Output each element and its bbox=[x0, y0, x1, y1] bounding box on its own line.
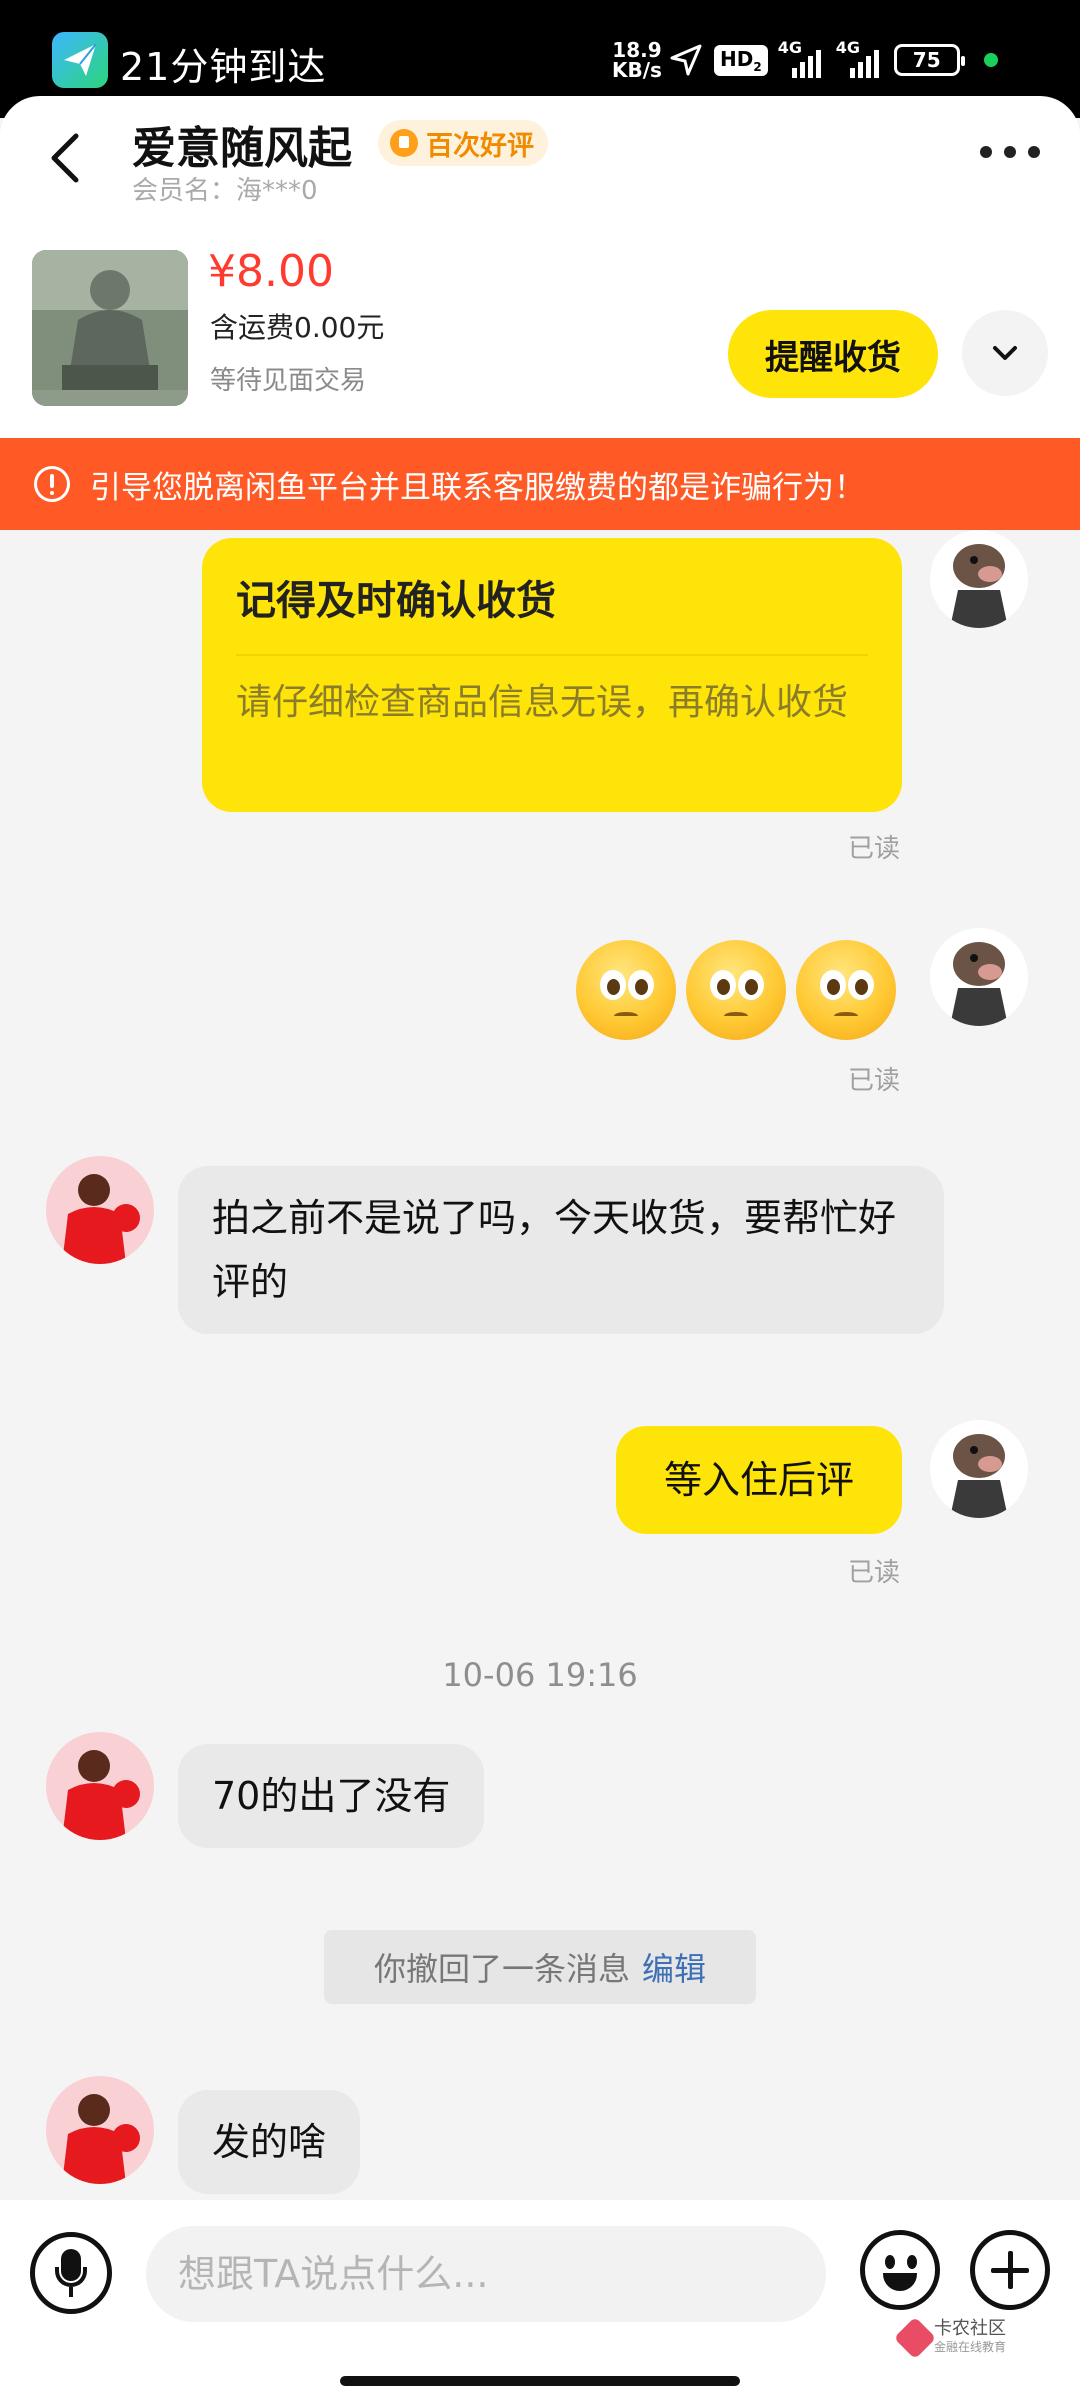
add-attachment-button[interactable] bbox=[970, 2230, 1050, 2310]
divider bbox=[236, 654, 868, 656]
red-figure-avatar-icon bbox=[62, 1174, 140, 1264]
contact-avatar[interactable] bbox=[46, 1156, 154, 1264]
contact-avatar[interactable] bbox=[46, 1732, 154, 1840]
net-speed-unit: KB/s bbox=[612, 58, 662, 82]
home-indicator[interactable] bbox=[340, 2376, 740, 2386]
expand-order-button[interactable] bbox=[962, 310, 1048, 396]
back-button[interactable] bbox=[36, 126, 100, 190]
message-bubble[interactable]: 拍之前不是说了吗，今天收货，要帮忙好评的 bbox=[178, 1166, 944, 1334]
more-dot-icon bbox=[1028, 146, 1040, 158]
watermark-name: 卡农社区 bbox=[934, 2318, 1006, 2339]
dot-indicator bbox=[983, 53, 998, 67]
smiley-icon bbox=[885, 2255, 895, 2269]
my-avatar[interactable] bbox=[930, 530, 1028, 628]
status-app-title: 21分钟到达 bbox=[120, 45, 327, 89]
thumb-badge-icon bbox=[390, 129, 418, 157]
pleading-face-emoji[interactable] bbox=[686, 940, 786, 1040]
read-receipt: 已读 bbox=[848, 834, 901, 864]
recall-text: 你撤回了一条消息 bbox=[373, 1950, 630, 1988]
watermark-sub: 金融在线教育 bbox=[934, 2340, 1007, 2354]
fraud-warning-banner: 引导您脱离闲鱼平台并且联系客服缴费的都是诈骗行为！ bbox=[0, 438, 1080, 530]
read-receipt: 已读 bbox=[848, 1066, 901, 1096]
send-icon bbox=[52, 32, 108, 88]
hd-badge: HD2 bbox=[714, 44, 768, 76]
message-input[interactable] bbox=[146, 2226, 826, 2322]
confirm-receipt-card[interactable]: 记得及时确认收货 请仔细检查商品信息无误，再确认收货 bbox=[202, 538, 902, 812]
pleading-face-emoji[interactable] bbox=[576, 940, 676, 1040]
watermark: 卡农社区 金融在线教育 bbox=[893, 2316, 1007, 2360]
remind-receipt-button[interactable]: 提醒收货 bbox=[728, 310, 938, 398]
net-speed-value: 18.9 bbox=[612, 38, 662, 62]
shipping-fee: 含运费0.00元 bbox=[210, 311, 385, 344]
rat-avatar-icon bbox=[950, 1434, 1008, 1518]
more-dot-icon bbox=[980, 146, 992, 158]
rat-avatar-icon bbox=[950, 544, 1008, 628]
chevron-left-icon bbox=[51, 133, 79, 183]
message-bubble[interactable]: 发的啥 bbox=[178, 2090, 361, 2194]
product-price: ¥8.00 bbox=[208, 246, 334, 297]
status-icons: HD2 4G 4G 75 bbox=[668, 38, 998, 80]
contact-avatar[interactable] bbox=[46, 2076, 154, 2184]
recall-notice: 你撤回了一条消息 编辑 bbox=[324, 1930, 756, 2004]
chevron-down-icon bbox=[993, 346, 1017, 360]
signal-icon: 4G bbox=[778, 38, 826, 78]
rat-avatar-icon bbox=[950, 942, 1008, 1026]
red-figure-avatar-icon bbox=[62, 1750, 140, 1840]
chat-header: 爱意随风起 百次好评 会员名：海***0 ¥8.00 含运费0.00元 等待见面… bbox=[0, 96, 1080, 438]
message-bubble[interactable]: 等入住后评 bbox=[616, 1426, 902, 1534]
warning-icon bbox=[34, 466, 70, 502]
warning-text: 引导您脱离闲鱼平台并且联系客服缴费的都是诈骗行为！ bbox=[90, 469, 865, 506]
net-speed: 18.9 KB/s bbox=[612, 40, 662, 80]
recall-edit-link[interactable]: 编辑 bbox=[642, 1944, 706, 1990]
confirm-card-body: 请仔细检查商品信息无误，再确认收货 bbox=[236, 682, 849, 723]
emoji-button[interactable] bbox=[860, 2230, 940, 2310]
red-figure-avatar-icon bbox=[62, 2094, 140, 2184]
member-name: 会员名：海***0 bbox=[132, 176, 318, 206]
voice-input-button[interactable] bbox=[30, 2232, 112, 2314]
message-bubble[interactable]: 70的出了没有 bbox=[178, 1744, 485, 1848]
chat-area[interactable]: 记得及时确认收货 请仔细检查商品信息无误，再确认收货 已读 已读 拍之前不是说了… bbox=[0, 530, 1080, 2220]
order-status: 等待见面交易 bbox=[210, 366, 367, 396]
my-avatar[interactable] bbox=[930, 928, 1028, 1026]
more-options-button[interactable] bbox=[980, 142, 1040, 162]
battery-icon: 75 bbox=[893, 44, 965, 76]
contact-name[interactable]: 爱意随风起 bbox=[132, 112, 352, 176]
watermark-logo-icon bbox=[893, 2316, 937, 2360]
input-bar: 卡农社区金融在线教育 bbox=[0, 2200, 1080, 2400]
good-review-label: 百次好评 bbox=[426, 130, 534, 162]
good-review-badge: 百次好评 bbox=[378, 120, 548, 166]
statue-photo bbox=[32, 250, 188, 406]
read-receipt: 已读 bbox=[848, 1558, 901, 1588]
more-dot-icon bbox=[1004, 146, 1016, 158]
location-arrow-icon bbox=[670, 44, 702, 76]
confirm-card-title: 记得及时确认收货 bbox=[236, 578, 556, 624]
pleading-face-emoji[interactable] bbox=[796, 940, 896, 1040]
message-timestamp: 10-06 19:16 bbox=[442, 1656, 638, 1694]
signal-icon: 4G bbox=[836, 38, 884, 78]
product-image[interactable] bbox=[32, 250, 188, 406]
my-avatar[interactable] bbox=[930, 1420, 1028, 1518]
